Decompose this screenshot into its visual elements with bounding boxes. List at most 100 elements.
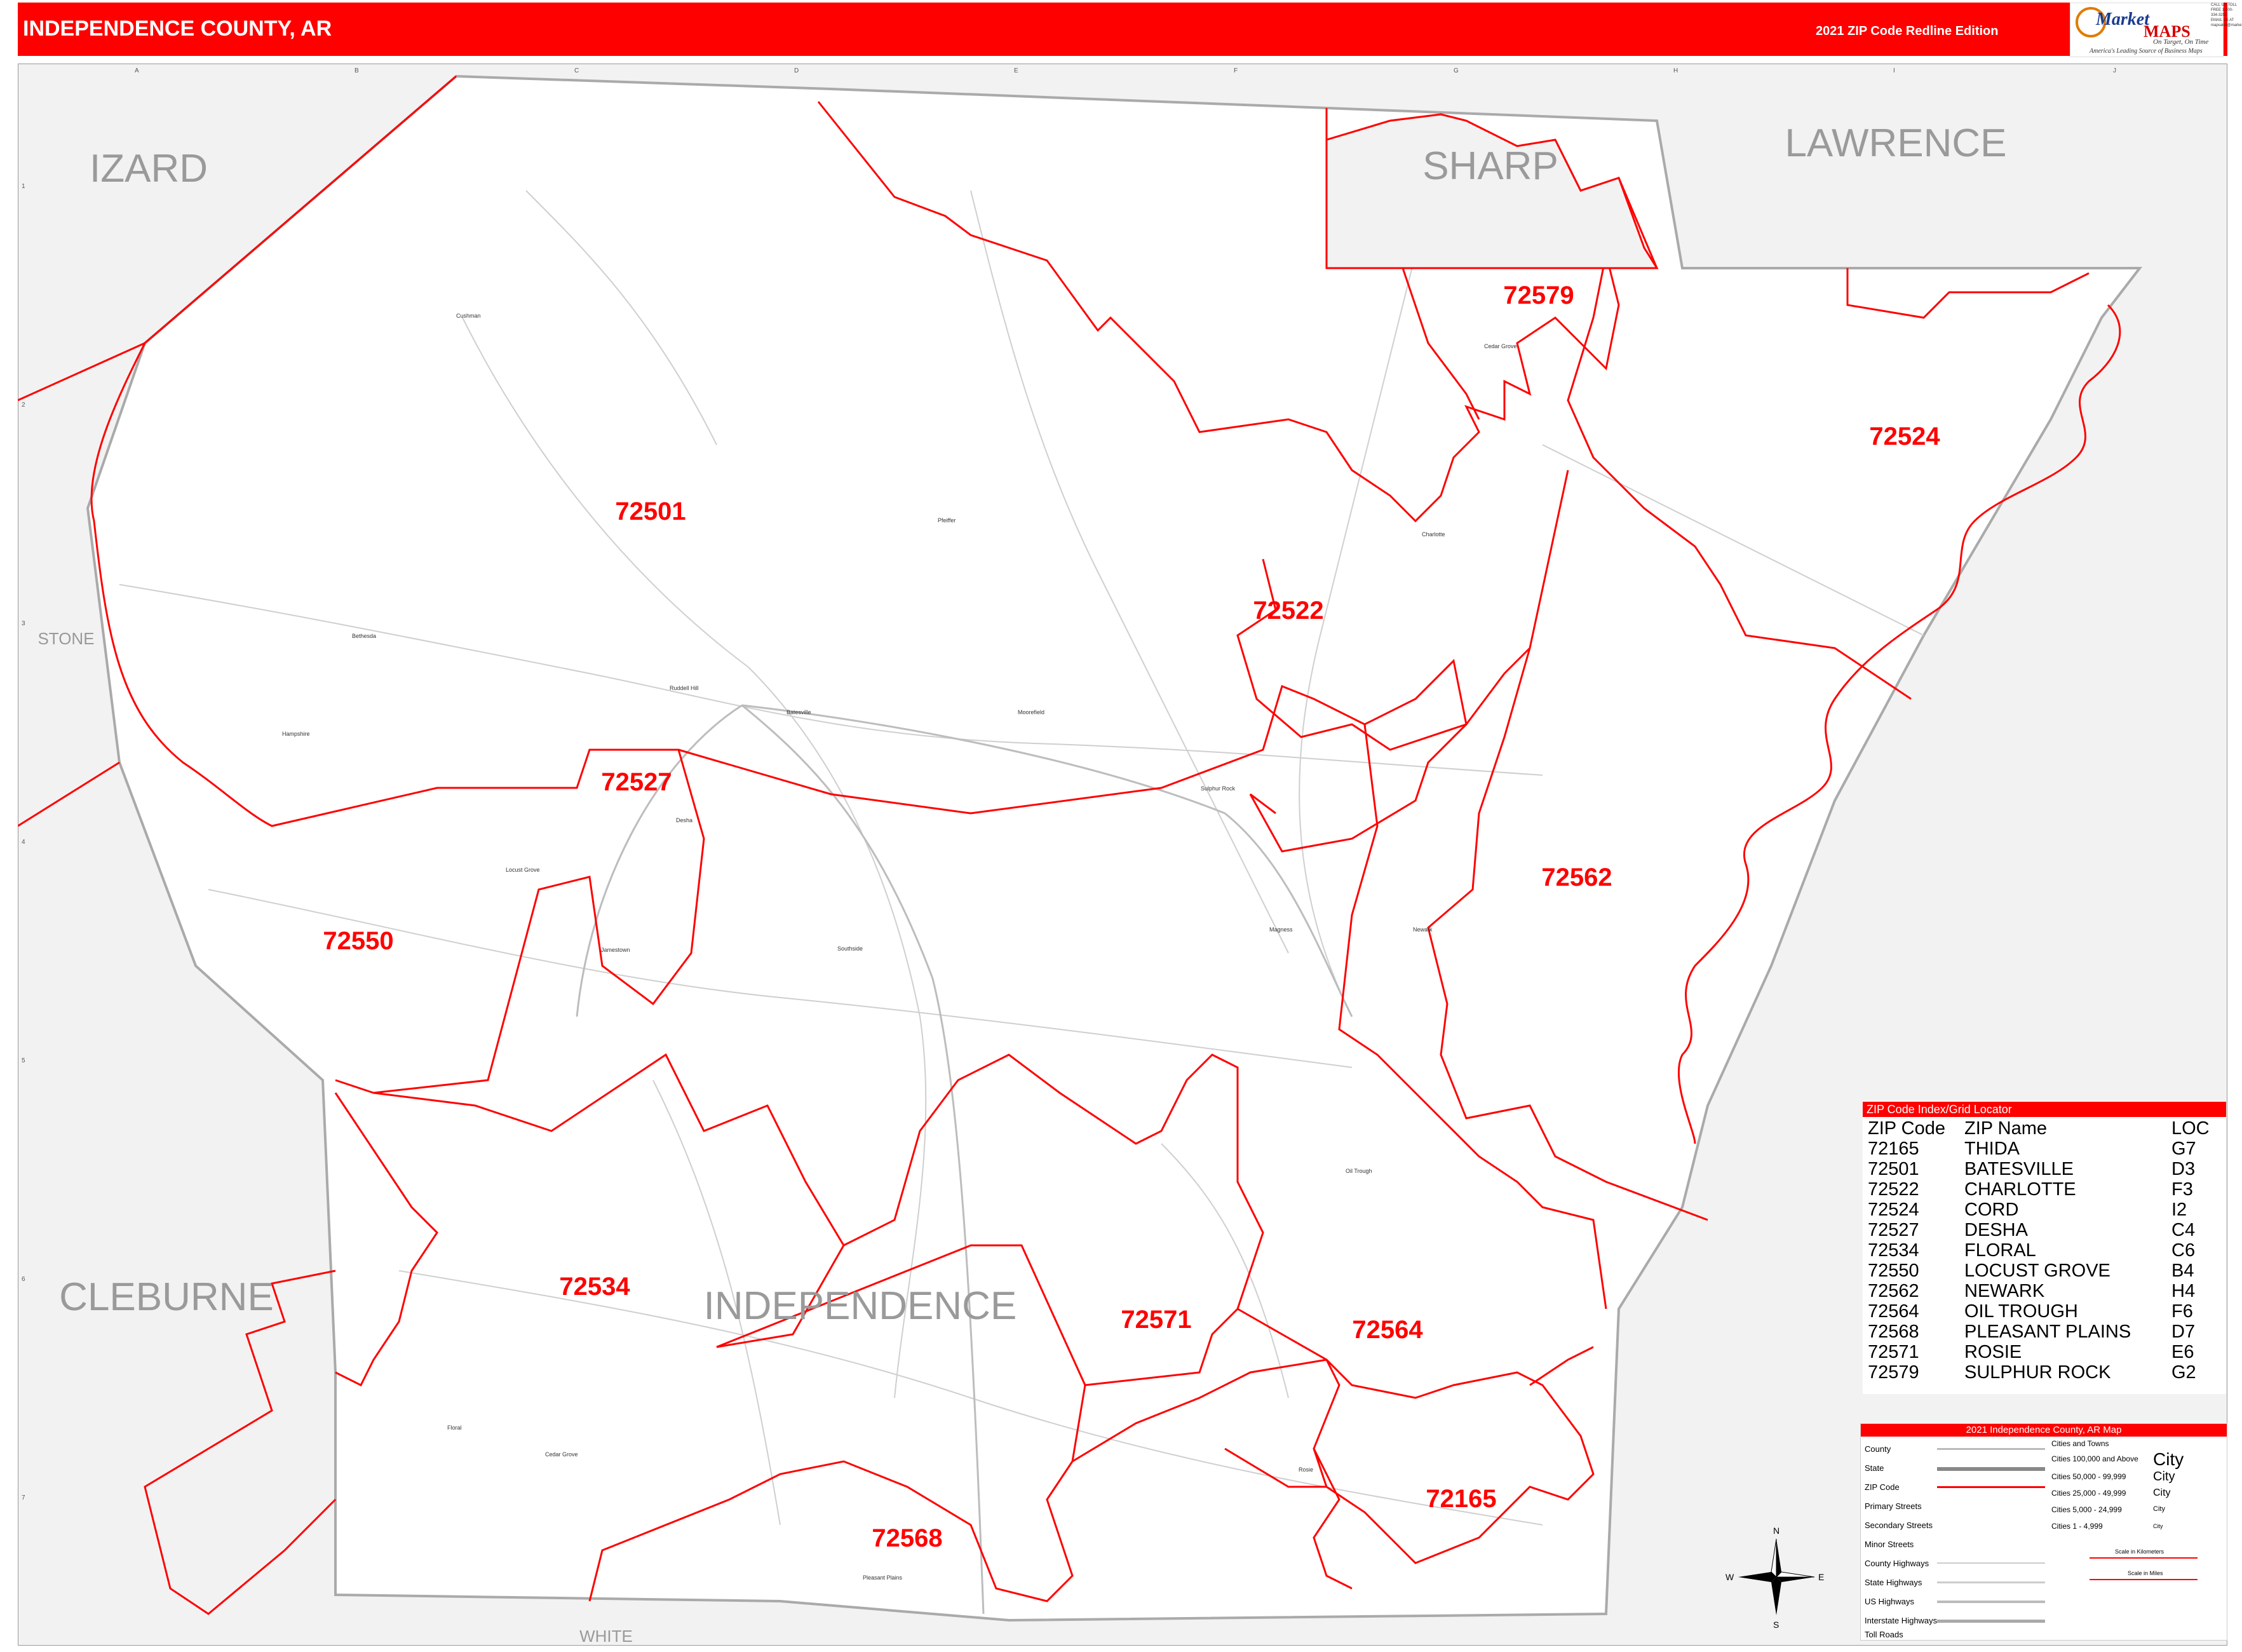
grid-col-top: H <box>1673 67 1678 74</box>
header-zip-code: ZIP Code <box>1868 1118 1945 1139</box>
grid-col-top: F <box>1234 67 1238 74</box>
zip-label-72571: 72571 <box>1121 1306 1191 1334</box>
legend-state: State <box>1865 1463 1884 1473</box>
grid-col-top: I <box>1893 67 1895 74</box>
table-row: 72534 FLORAL C6 <box>1868 1240 2222 1261</box>
svg-text:E: E <box>1818 1572 1824 1582</box>
zip-label-72550: 72550 <box>323 927 393 955</box>
town-label: Charlotte <box>1422 531 1445 538</box>
town-label: Cushman <box>456 313 481 319</box>
legend-county-symbol <box>1937 1448 2045 1450</box>
table-row: 72522 CHARLOTTE F3 <box>1868 1179 2222 1200</box>
legend-zip: ZIP Code <box>1865 1482 1900 1492</box>
grid-col-top: D <box>794 67 799 74</box>
town-label: Desha <box>676 817 692 823</box>
zip-cell: 72568 <box>1868 1322 1919 1342</box>
grid-row-left: 2 <box>22 402 25 409</box>
county-label-sharp: SHARP <box>1422 144 1558 188</box>
table-row: 72165 THIDA G7 <box>1868 1139 2222 1159</box>
legend-title: 2021 Independence County, AR Map <box>1861 1424 2227 1437</box>
zip-label-72501: 72501 <box>615 498 685 525</box>
zip-label-72568: 72568 <box>872 1524 942 1552</box>
zip-label-72527: 72527 <box>601 768 672 796</box>
town-label: Bethesda <box>352 633 376 639</box>
loc-cell: E6 <box>2171 1342 2194 1362</box>
zip-cell: 72579 <box>1868 1362 1919 1383</box>
scale-km-label: Scale in Kilometers <box>2115 1548 2164 1555</box>
legend-city-sample: City <box>2153 1523 2163 1529</box>
legend-city-sample: City <box>2153 1470 2175 1484</box>
town-label: Batesville <box>787 709 811 715</box>
loc-cell: F6 <box>2171 1301 2193 1322</box>
zip-label-72534: 72534 <box>559 1273 630 1301</box>
loc-cell: C6 <box>2171 1240 2196 1261</box>
grid-col-top: B <box>355 67 359 74</box>
loc-cell: C4 <box>2171 1220 2196 1240</box>
zip-cell: 72524 <box>1868 1200 1919 1220</box>
legend-city-class: Cities 50,000 - 99,999 <box>2051 1472 2126 1481</box>
name-cell: CORD <box>1964 1200 2019 1220</box>
legend-interstate-symbol <box>1937 1620 2045 1623</box>
svg-text:S: S <box>1773 1620 1779 1630</box>
town-label: Sulphur Rock <box>1201 785 1236 792</box>
legend-secondary: Secondary Streets <box>1865 1520 1933 1530</box>
loc-cell: I2 <box>2171 1200 2187 1220</box>
legend-primary: Primary Streets <box>1865 1501 1922 1511</box>
legend-toll: Toll Roads <box>1865 1630 1903 1639</box>
town-label: Pfeiffer <box>938 517 956 524</box>
name-cell: NEWARK <box>1964 1281 2045 1301</box>
legend-minor: Minor Streets <box>1865 1540 1914 1549</box>
legend-us-hwy: US Highways <box>1865 1597 1915 1606</box>
zip-label-72562: 72562 <box>1541 863 1612 891</box>
zip-map[interactable]: IZARD SHARP LAWRENCE STONE CLEBURNE INDE… <box>18 64 2227 1646</box>
town-label: Floral <box>447 1425 462 1431</box>
zip-label-72564: 72564 <box>1352 1316 1423 1344</box>
grid-row-left: 5 <box>22 1057 25 1064</box>
zip-cell: 72571 <box>1868 1342 1919 1362</box>
loc-cell: F3 <box>2171 1179 2193 1200</box>
header-loc: LOC <box>2171 1118 2210 1139</box>
zip-cell: 72534 <box>1868 1240 1919 1261</box>
legend-city-class: Cities 25,000 - 49,999 <box>2051 1489 2126 1498</box>
town-label: Hampshire <box>282 731 310 737</box>
grid-col-top: A <box>135 67 139 74</box>
legend-interstate: Interstate Highways <box>1865 1616 1938 1625</box>
table-row: 72564 OIL TROUGH F6 <box>1868 1301 2222 1322</box>
town-label: Jamestown <box>601 947 630 953</box>
county-label-izard: IZARD <box>90 147 208 191</box>
table-row: 72571 ROSIE E6 <box>1868 1342 2222 1362</box>
legend-zip-symbol <box>1937 1486 2045 1488</box>
table-row: 72562 NEWARK H4 <box>1868 1281 2222 1301</box>
loc-cell: D3 <box>2171 1159 2196 1179</box>
county-label-stone: STONE <box>37 629 94 648</box>
loc-cell: B4 <box>2171 1261 2194 1281</box>
legend-cities-header: Cities and Towns <box>2051 1439 2109 1448</box>
grid-row-left: 4 <box>22 839 25 846</box>
map-legend: 2021 Independence County, AR Map County … <box>1860 1423 2227 1641</box>
loc-cell: H4 <box>2171 1281 2196 1301</box>
map-title: INDEPENDENCE COUNTY, AR <box>23 17 332 41</box>
svg-text:N: N <box>1773 1526 1779 1536</box>
town-label: Locust Grove <box>506 867 540 873</box>
scale-mi-bar <box>2090 1579 2198 1580</box>
name-cell: FLORAL <box>1964 1240 2036 1261</box>
zip-cell: 72562 <box>1868 1281 1919 1301</box>
table-row: 72501 BATESVILLE D3 <box>1868 1159 2222 1179</box>
scale-mi-label: Scale in Miles <box>2128 1570 2163 1576</box>
county-label-cleburne: CLEBURNE <box>59 1275 274 1319</box>
legend-county-hwy: County Highways <box>1865 1559 1929 1568</box>
town-label: Newark <box>1413 926 1433 933</box>
legend-state-hwy: State Highways <box>1865 1578 1922 1587</box>
grid-row-left: 7 <box>22 1494 25 1501</box>
zip-index-header-row: ZIP Code ZIP Name LOC <box>1868 1118 2222 1139</box>
legend-county: County <box>1865 1444 1891 1454</box>
legend-city-class: Cities 100,000 and Above <box>2051 1454 2138 1463</box>
legend-county-hwy-symbol <box>1937 1562 2045 1564</box>
name-cell: LOCUST GROVE <box>1964 1261 2110 1281</box>
name-cell: OIL TROUGH <box>1964 1301 2078 1322</box>
zip-label-72524: 72524 <box>1869 423 1940 450</box>
name-cell: CHARLOTTE <box>1964 1179 2076 1200</box>
zip-cell: 72501 <box>1868 1159 1919 1179</box>
grid-row-left: 6 <box>22 1276 25 1283</box>
market-maps-logo[interactable]: Market MAPS On Target, On Time America's… <box>2070 3 2224 57</box>
